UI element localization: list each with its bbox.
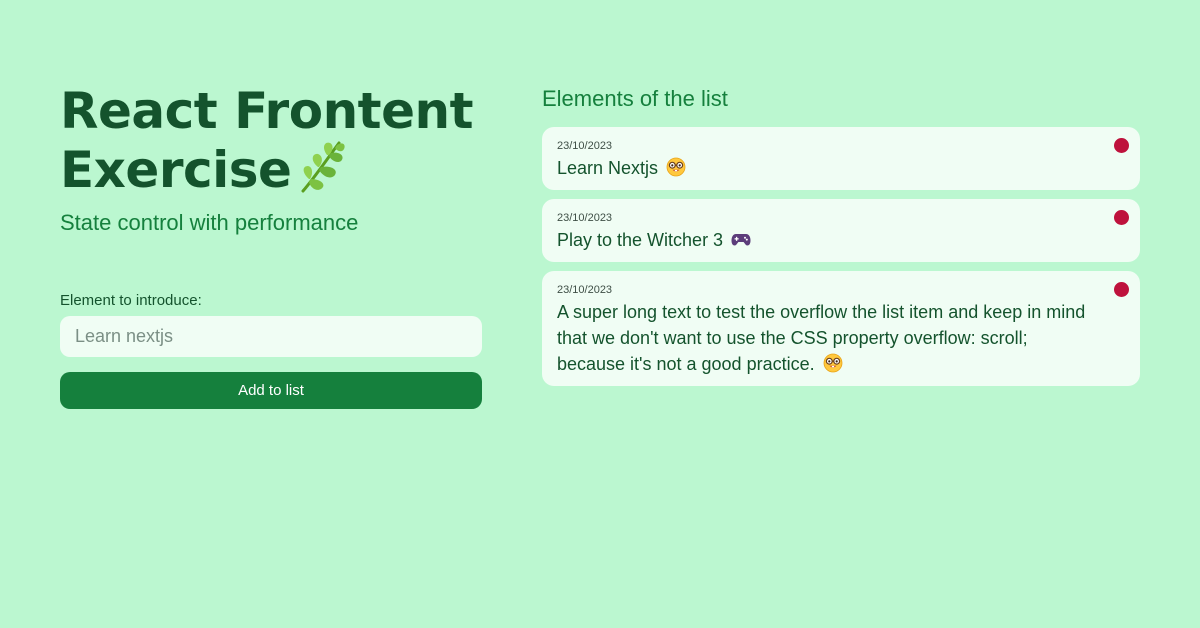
herb-leaf-icon xyxy=(301,141,346,193)
list-item-text: Play to the Witcher 3 xyxy=(557,230,724,250)
page-subtitle: State control with performance xyxy=(60,210,359,235)
page-title: React Frontent Exercise xyxy=(60,84,482,198)
list-item-text: A super long text to test the overflow t… xyxy=(557,302,1086,374)
nerd-face-icon xyxy=(823,353,843,373)
list-panel: Elements of the list 23/10/2023 Learn Ne… xyxy=(542,86,1140,395)
list-item-date: 23/10/2023 xyxy=(557,140,613,152)
delete-item-button[interactable] xyxy=(1114,282,1129,297)
delete-item-button[interactable] xyxy=(1114,210,1129,225)
elements-list: 23/10/2023 Learn Nextjs 23/10/2023 Play … xyxy=(542,127,1140,386)
list-item-date: 23/10/2023 xyxy=(557,212,613,224)
list-item-text-wrap: Learn Nextjs xyxy=(557,155,1098,181)
add-to-list-button[interactable]: Add to list xyxy=(60,372,482,409)
list-item-text-wrap: Play to the Witcher 3 xyxy=(557,227,1098,253)
list-item-text: Learn Nextjs xyxy=(557,158,659,178)
page-title-line-2: Exercise xyxy=(60,139,482,198)
list-item-date: 23/10/2023 xyxy=(557,284,613,296)
delete-item-button[interactable] xyxy=(1114,138,1129,153)
nerd-face-icon xyxy=(666,157,686,177)
list-title: Elements of the list xyxy=(542,86,728,111)
list-item: 23/10/2023 A super long text to test the… xyxy=(542,271,1140,386)
page-title-line-2-text: Exercise xyxy=(60,141,292,199)
list-item: 23/10/2023 Play to the Witcher 3 xyxy=(542,199,1140,262)
page-title-line-1: React Frontent xyxy=(60,82,473,140)
element-input-label: Element to introduce: xyxy=(60,292,202,309)
list-item: 23/10/2023 Learn Nextjs xyxy=(542,127,1140,190)
intro-panel: React Frontent Exercise State control wi… xyxy=(60,84,482,409)
element-input[interactable] xyxy=(60,316,482,357)
game-controller-icon xyxy=(731,234,751,246)
list-item-text-wrap: A super long text to test the overflow t… xyxy=(557,299,1098,377)
